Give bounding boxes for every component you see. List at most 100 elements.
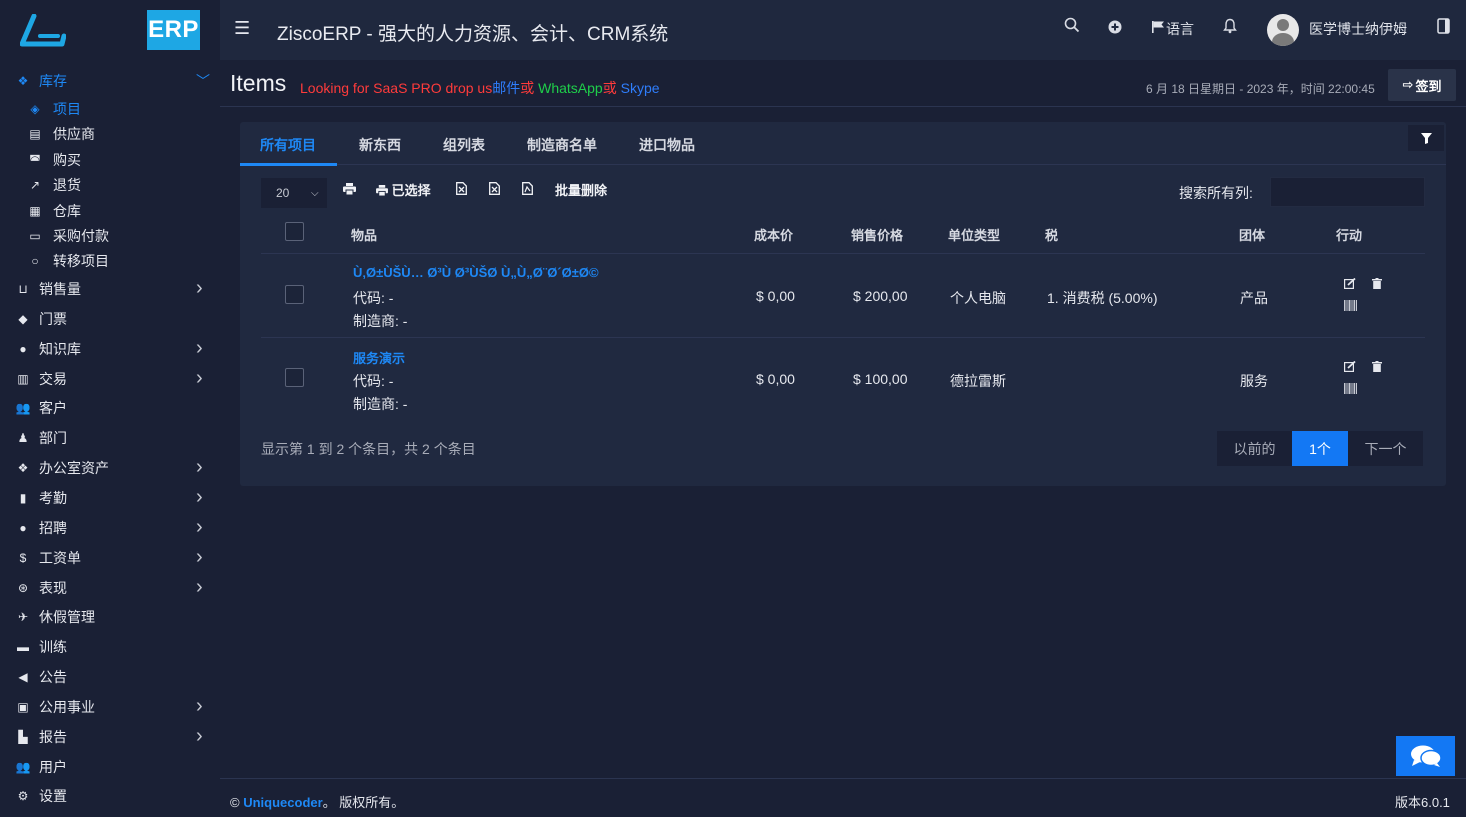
sidebar-subitem-2[interactable]: ◚ 购买 [0, 148, 220, 172]
sidebar-item-11[interactable]: ✈ 休假管理 [0, 604, 220, 630]
users-icon: 👥 [15, 401, 31, 415]
page-header: Items Looking for SaaS PRO drop us邮件或 Wh… [220, 60, 1466, 107]
sidebar-item-label: 公告 [39, 669, 67, 685]
search-input[interactable] [1270, 177, 1425, 207]
sidebar-item-inventory[interactable]: ❖ 库存 ﹀ [0, 68, 220, 94]
plus-circle-icon[interactable] [1108, 20, 1122, 34]
users-icon: 👥 [15, 760, 31, 774]
column-header-tax[interactable]: 税 [1045, 225, 1058, 244]
brand-logo-icon[interactable] [20, 14, 66, 50]
group-value: 产品 [1240, 290, 1268, 306]
sidebar-item-7[interactable]: ▮ 考勤 › [0, 485, 220, 511]
sidebar-item-label: 销售量 [39, 281, 81, 297]
promo-email-link[interactable]: 邮件 [492, 80, 520, 96]
sidebar-item-1[interactable]: ◆ 门票 [0, 306, 220, 332]
pdf-file-icon[interactable] [522, 182, 533, 195]
promo-skype-link[interactable]: Skype [621, 80, 660, 96]
page-title: Items [230, 70, 287, 96]
language-menu[interactable]: 语言 [1166, 19, 1194, 39]
unit-type: 德拉雷斯 [950, 373, 1006, 389]
sidebar-subitem-4[interactable]: ▦ 仓库 [0, 199, 220, 223]
sidebar-item-10[interactable]: ⊛ 表现 › [0, 575, 220, 601]
avatar[interactable] [1267, 14, 1299, 46]
column-header-item[interactable]: 物品 [351, 225, 377, 244]
sidebar-item-4[interactable]: 👥 客户 [0, 395, 220, 421]
cubes-icon: ❖ [17, 461, 29, 475]
flag-icon[interactable] [1151, 20, 1165, 34]
sidebar-item-8[interactable]: ● 招聘 › [0, 515, 220, 541]
column-header-group[interactable]: 团体 [1239, 225, 1265, 244]
barcode-icon[interactable] [1344, 300, 1357, 311]
sidebar-item-2[interactable]: ● 知识库 › [0, 336, 220, 362]
chat-button[interactable] [1396, 736, 1455, 776]
row-checkbox[interactable] [285, 368, 304, 387]
barcode-icon[interactable] [1344, 383, 1357, 394]
gift-icon: ▣ [17, 700, 29, 714]
sidebar-item-15[interactable]: ▙ 报告 › [0, 724, 220, 750]
sign-in-button[interactable]: ⇨ 签到 [1388, 69, 1456, 101]
sidebar: ❖ 库存 ﹀ ◈ 项目 ▤ 供应商 ◚ 购买 ↗ 退货 ▦ 仓库 ▭ 采购付款 ○ 转移项目 ⊔ 销售量 › ◆ 门… [0, 60, 220, 817]
user-secret-icon: ♟ [17, 431, 29, 445]
column-header-unit[interactable]: 单位类型 [948, 225, 1000, 244]
sidebar-item-9[interactable]: $ 工资单 › [0, 545, 220, 571]
edit-icon[interactable] [1344, 361, 1356, 372]
erp-badge[interactable]: ERP [147, 10, 200, 50]
user-name[interactable]: 医学博士纳伊姆 [1309, 19, 1407, 39]
sidebar-subitem-3[interactable]: ↗ 退货 [0, 173, 220, 197]
sidebar-item-14[interactable]: ▣ 公用事业 › [0, 694, 220, 720]
edit-icon[interactable] [1344, 278, 1356, 289]
item-name-link[interactable]: 服务演示 [353, 348, 405, 367]
column-header-cost[interactable]: 成本价 [754, 225, 793, 244]
sidebar-subitem-1[interactable]: ▤ 供应商 [0, 122, 220, 146]
copyright: © Uniquecoder。 版权所有。 [230, 792, 404, 811]
pagination-page-1[interactable]: 1个 [1292, 431, 1348, 466]
search-icon[interactable] [1064, 17, 1080, 33]
tab-new-item[interactable]: 新东西 [359, 135, 401, 155]
excel-file-icon[interactable] [456, 182, 467, 195]
tax-value: 1. 消费税 (5.00%) [1047, 290, 1158, 306]
sidebar-item-5[interactable]: ♟ 部门 [0, 425, 220, 451]
sidebar-subitem-5[interactable]: ▭ 采购付款 [0, 224, 220, 248]
sale-price: $ 100,00 [853, 371, 908, 387]
pagination-next[interactable]: 下一个 [1348, 431, 1423, 466]
brand-link[interactable]: Uniquecoder [243, 795, 322, 810]
page-size-select[interactable]: 20 ⌵ [261, 178, 327, 208]
app-title: ZiscoERP - 强大的人力资源、会计、CRM系统 [277, 24, 669, 45]
filter-button[interactable] [1408, 125, 1444, 151]
sidebar-subitem-6[interactable]: ○ 转移项目 [0, 249, 220, 273]
sidebar-item-label: 购买 [53, 152, 81, 168]
bulk-delete-button[interactable]: 批量删除 [555, 180, 607, 199]
sidebar-panel-icon[interactable] [1437, 18, 1450, 34]
sidebar-item-3[interactable]: ▥ 交易 › [0, 366, 220, 392]
print-icon [376, 185, 388, 197]
sidebar-item-13[interactable]: ◀ 公告 [0, 664, 220, 690]
promo-whatsapp-link[interactable]: WhatsApp [538, 80, 603, 96]
pagination-previous[interactable]: 以前的 [1217, 431, 1292, 466]
print-icon[interactable] [343, 183, 356, 195]
footer: © Uniquecoder。 版权所有。 版本6.0.1 [220, 778, 1466, 817]
trash-icon[interactable] [1372, 278, 1382, 289]
column-header-price[interactable]: 销售价格 [851, 225, 903, 244]
sidebar-item-0[interactable]: ⊔ 销售量 › [0, 276, 220, 302]
sidebar-item-label: 报告 [39, 729, 67, 745]
menu-toggle-icon[interactable]: ☰ [234, 18, 250, 39]
tab-all-items[interactable]: 所有项目 [260, 135, 316, 155]
trash-icon[interactable] [1372, 361, 1382, 372]
sign-in-label: 签到 [1415, 78, 1442, 94]
tab-import-items[interactable]: 进口物品 [639, 135, 695, 155]
sidebar-item-12[interactable]: ▬ 训练 [0, 634, 220, 660]
bar-chart-icon: ▙ [18, 730, 28, 744]
row-checkbox[interactable] [285, 285, 304, 304]
chevron-right-icon: › [196, 575, 203, 598]
sidebar-item-17[interactable]: ⚙ 设置 [0, 783, 220, 809]
select-all-checkbox[interactable] [285, 222, 304, 241]
bell-icon[interactable] [1223, 18, 1237, 34]
item-name-link[interactable]: Ù‚Ø±ÙŠÙ… Ø³Ù Ø³ÙŠØ Ù„Ù„Ø¨Ø´Ø±Ø© [353, 265, 599, 280]
tab-group-list[interactable]: 组列表 [443, 135, 485, 155]
sidebar-item-6[interactable]: ❖ 办公室资产 › [0, 455, 220, 481]
print-selected-button[interactable]: 已选择 [376, 180, 431, 199]
csv-file-icon[interactable] [489, 182, 500, 195]
sidebar-item-16[interactable]: 👥 用户 [0, 754, 220, 780]
sidebar-subitem-0[interactable]: ◈ 项目 [0, 97, 220, 121]
tab-manufacturer-list[interactable]: 制造商名单 [527, 135, 597, 155]
